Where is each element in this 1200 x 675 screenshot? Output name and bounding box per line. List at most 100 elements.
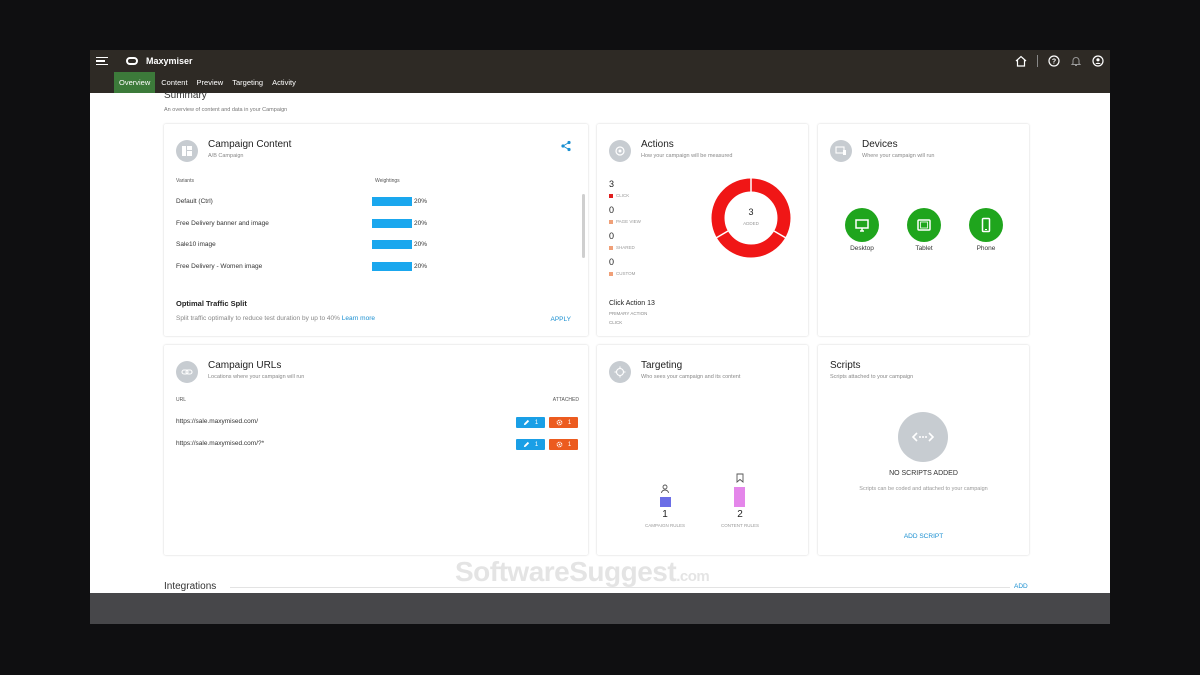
url-row[interactable]: https://sale.maxymised.com/: [176, 418, 258, 425]
integrations-title: Integrations: [164, 581, 217, 592]
tab-overview[interactable]: Overview: [114, 72, 156, 93]
url-header: URL: [176, 397, 187, 403]
tablet-icon[interactable]: [907, 208, 941, 242]
app-title: Maxymiser: [146, 56, 193, 66]
donut-label: ADDED: [743, 221, 759, 226]
targeting-title: Targeting: [641, 360, 683, 371]
target-icon: [609, 140, 631, 162]
variant-name[interactable]: Sale10 image: [176, 241, 216, 248]
targeting-subtitle: Who sees your campaign and its content: [641, 374, 741, 380]
no-scripts-text: Scripts can be coded and attached to you…: [859, 486, 988, 492]
devices-icon: [830, 140, 852, 162]
weight-bar[interactable]: [372, 219, 412, 228]
footer-bar: [90, 593, 1110, 624]
primary-action-label: PRIMARY ACTION: [609, 311, 648, 316]
content-rules-bar[interactable]: [734, 487, 745, 507]
device-label: Desktop: [850, 245, 874, 252]
campaign-rules-bar[interactable]: [660, 497, 671, 507]
action-label: CUSTOM: [609, 271, 635, 276]
svg-text:?: ?: [1052, 59, 1056, 66]
app-window: Maxymiser ? Overview Content Preview Tar…: [90, 50, 1110, 624]
nav-tabs: Overview Content Preview Targeting Activ…: [90, 72, 1110, 93]
actions-card: Actions How your campaign will be measur…: [597, 124, 808, 336]
layout-icon: [176, 140, 198, 162]
action-count: 3: [609, 179, 615, 189]
optimal-traffic-title: Optimal Traffic Split: [176, 299, 247, 308]
donut-value: 3: [748, 207, 754, 217]
add-script-button[interactable]: ADD SCRIPT: [818, 533, 1029, 540]
scripts-subtitle: Scripts attached to your campaign: [830, 374, 914, 380]
summary-subtitle: An overview of content and data in your …: [164, 107, 288, 113]
gear-icon: [556, 441, 563, 448]
devices-title: Devices: [862, 139, 898, 150]
scrollbar[interactable]: [582, 194, 585, 258]
pencil-icon: [523, 419, 529, 426]
scripts-card: Scripts Scripts attached to your campaig…: [818, 345, 1029, 555]
add-integration-button[interactable]: ADD: [1014, 583, 1028, 590]
desktop-icon[interactable]: [845, 208, 879, 242]
primary-action-name[interactable]: Click Action 13: [609, 300, 655, 307]
main-content: Summary An overview of content and data …: [90, 90, 1110, 593]
crosshair-icon: [609, 361, 631, 383]
edit-badge[interactable]: 1: [516, 417, 545, 428]
action-label: SHARED: [609, 245, 635, 250]
user-avatar-icon[interactable]: [1092, 55, 1104, 67]
share-icon[interactable]: [560, 139, 572, 152]
help-icon[interactable]: ?: [1048, 55, 1060, 67]
edit-badge[interactable]: 1: [516, 439, 545, 450]
top-bar: Maxymiser ?: [90, 50, 1110, 72]
gear-icon: [556, 419, 563, 426]
url-row[interactable]: https://sale.maxymised.com/?*: [176, 440, 264, 447]
campaign-rules-label: CAMPAIGN RULES: [645, 523, 685, 528]
campaign-type: A/B Campaign: [208, 153, 244, 159]
variant-name[interactable]: Free Delivery banner and image: [176, 220, 269, 227]
oracle-logo-icon: [126, 57, 138, 65]
weight-value: 20%: [414, 263, 428, 270]
learn-more-link[interactable]: Learn more: [342, 315, 375, 322]
variant-name[interactable]: Free Delivery - Women image: [176, 263, 262, 270]
scripts-title: Scripts: [830, 360, 861, 371]
tab-activity[interactable]: Activity: [269, 72, 299, 93]
weightings-header: Weightings: [375, 178, 400, 184]
script-badge[interactable]: 1: [549, 439, 578, 450]
variant-name[interactable]: Default (Ctrl): [176, 198, 213, 205]
apply-button[interactable]: APPLY: [551, 316, 571, 323]
primary-action-type: CLICK: [609, 320, 623, 325]
pencil-icon: [523, 441, 529, 448]
weight-bar[interactable]: [372, 240, 412, 249]
bell-icon[interactable]: [1070, 55, 1082, 67]
campaign-urls-subtitle: Locations where your campaign will run: [208, 374, 305, 380]
actions-donut-chart: [711, 178, 791, 258]
campaign-urls-title: Campaign URLs: [208, 360, 282, 371]
variants-header: Variants: [176, 178, 194, 184]
weight-bar[interactable]: [372, 262, 412, 271]
hamburger-menu-icon[interactable]: [96, 56, 108, 66]
actions-title: Actions: [641, 139, 674, 150]
content-rules-count: 2: [737, 509, 743, 520]
attached-header: ATTACHED: [552, 397, 579, 403]
summary-title: Summary: [164, 90, 207, 101]
link-icon: [176, 361, 198, 383]
action-count: 0: [609, 205, 615, 215]
home-icon[interactable]: [1015, 55, 1027, 67]
script-badge[interactable]: 1: [549, 417, 578, 428]
campaign-content-card: Campaign Content A/B Campaign Variants W…: [164, 124, 588, 336]
device-label: Tablet: [915, 245, 933, 252]
content-rules-label: CONTENT RULES: [721, 523, 759, 528]
devices-subtitle: Where your campaign will run: [862, 153, 935, 159]
divider: [1037, 55, 1038, 67]
action-count: 0: [609, 231, 615, 241]
tab-targeting[interactable]: Targeting: [229, 72, 266, 93]
action-label: CLICK: [609, 193, 629, 198]
watermark: SoftwareSuggest.com: [455, 556, 710, 587]
optimal-traffic-text: Split traffic optimally to reduce test d…: [176, 315, 375, 322]
no-scripts-title: NO SCRIPTS ADDED: [889, 470, 958, 477]
campaign-rules-count: 1: [662, 509, 668, 520]
phone-icon[interactable]: [969, 208, 1003, 242]
campaign-content-title: Campaign Content: [208, 139, 292, 150]
campaign-urls-card: Campaign URLs Locations where your campa…: [164, 345, 588, 555]
weight-bar[interactable]: [372, 197, 412, 206]
actions-subtitle: How your campaign will be measured: [641, 153, 733, 159]
code-icon: [898, 412, 948, 462]
device-label: Phone: [976, 245, 996, 252]
